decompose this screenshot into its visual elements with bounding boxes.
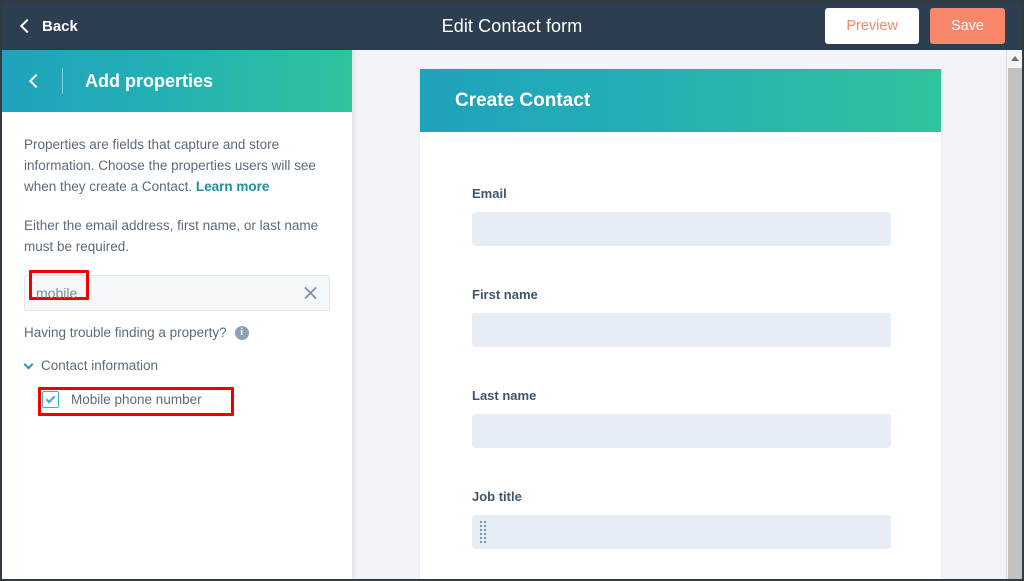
email-field[interactable] xyxy=(472,212,891,246)
app-window: Back Edit Contact form Preview Save Add … xyxy=(0,0,1024,581)
drag-handle-icon[interactable] xyxy=(480,521,486,543)
top-bar-actions: Preview Save xyxy=(825,8,1005,44)
form-field-last-name: Last name xyxy=(472,388,891,448)
property-label: Mobile phone number xyxy=(71,392,202,407)
caret-up-icon xyxy=(1010,55,1019,61)
form-field-email: Email xyxy=(472,186,891,246)
search-input[interactable]: mobile xyxy=(24,275,330,311)
property-checkbox[interactable] xyxy=(42,391,59,408)
mobile-phone-number-property[interactable]: Mobile phone number xyxy=(38,387,234,416)
check-icon xyxy=(45,393,56,404)
create-contact-form-card: Create Contact Email First name Last nam… xyxy=(420,69,941,579)
sidebar-back-button[interactable] xyxy=(24,73,48,89)
sidebar-description: Properties are fields that capture and s… xyxy=(24,134,320,197)
job-title-field[interactable] xyxy=(472,515,891,549)
chevron-left-icon xyxy=(28,73,44,89)
scroll-up-button[interactable] xyxy=(1007,50,1022,66)
top-bar: Back Edit Contact form Preview Save xyxy=(2,2,1022,50)
field-label: Email xyxy=(472,186,507,201)
scrollbar-thumb[interactable] xyxy=(1008,68,1022,579)
field-label: Last name xyxy=(472,388,537,403)
sidebar-header: Add properties xyxy=(2,50,352,112)
sidebar-description-text: Properties are fields that capture and s… xyxy=(24,137,316,194)
form-card-body: Email First name Last name Job title xyxy=(420,132,941,579)
property-search: mobile xyxy=(24,270,330,311)
property-group-label: Contact information xyxy=(41,358,159,373)
sidebar-title: Add properties xyxy=(85,70,214,91)
form-card-header: Create Contact xyxy=(420,69,941,132)
form-field-job-title: Job title xyxy=(472,489,891,549)
field-label: First name xyxy=(472,287,538,302)
info-icon[interactable]: i xyxy=(234,325,249,340)
property-group-contact-information[interactable]: Contact information xyxy=(23,358,330,373)
chevron-down-icon xyxy=(23,359,34,369)
preview-button[interactable]: Preview xyxy=(825,8,919,44)
sidebar-requirement-note: Either the email address, first name, or… xyxy=(24,218,319,254)
close-icon[interactable] xyxy=(303,286,318,301)
learn-more-link[interactable]: Learn more xyxy=(196,179,270,194)
sidebar-body: Properties are fields that capture and s… xyxy=(2,112,352,416)
add-properties-sidebar: Add properties Properties are fields tha… xyxy=(2,50,352,579)
save-button[interactable]: Save xyxy=(929,8,1005,44)
search-help-hint: Having trouble finding a property? i xyxy=(24,325,330,340)
chevron-left-icon xyxy=(19,18,35,34)
form-preview-canvas: Create Contact Email First name Last nam… xyxy=(352,50,1006,579)
sidebar-header-divider xyxy=(62,68,63,94)
first-name-field[interactable] xyxy=(472,313,891,347)
form-card-title: Create Contact xyxy=(455,89,591,111)
form-field-first-name: First name xyxy=(472,287,891,347)
back-button-label: Back xyxy=(42,17,78,35)
search-help-label: Having trouble finding a property? xyxy=(24,325,227,340)
field-label: Job title xyxy=(472,489,522,504)
last-name-field[interactable] xyxy=(472,414,891,448)
vertical-scrollbar[interactable] xyxy=(1006,50,1022,579)
back-button[interactable]: Back xyxy=(19,17,78,35)
search-input-value: mobile xyxy=(36,285,78,301)
